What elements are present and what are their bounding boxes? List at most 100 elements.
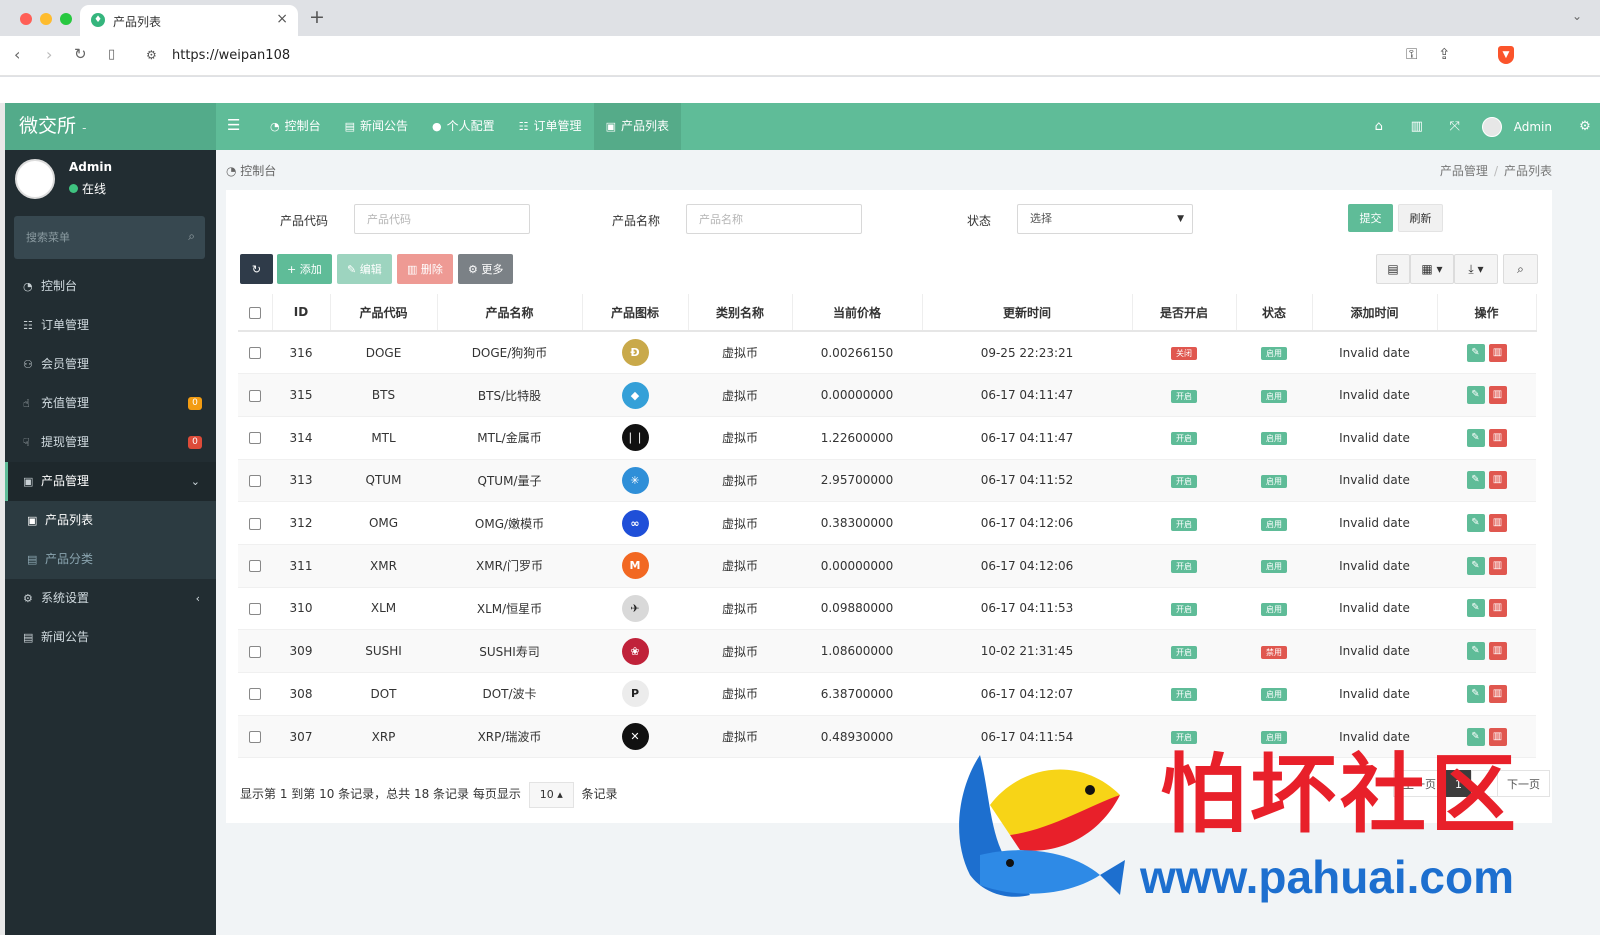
open-toggle-badge[interactable]: 开启 (1171, 474, 1197, 488)
row-delete-button[interactable]: ▥ (1488, 386, 1507, 405)
column-header[interactable]: 类别名称 (688, 294, 793, 332)
column-header[interactable]: 是否开启 (1132, 294, 1237, 332)
row-delete-button[interactable]: ▥ (1488, 727, 1507, 746)
status-badge[interactable]: 启用 (1261, 347, 1287, 361)
row-delete-button[interactable]: ▥ (1488, 684, 1507, 703)
open-toggle-badge[interactable]: 开启 (1171, 560, 1197, 574)
breadcrumb-item[interactable]: 产品管理 (1440, 164, 1488, 178)
minimize-window-icon[interactable] (40, 13, 52, 25)
submit-button[interactable]: 提交 (1348, 204, 1393, 232)
top-nav-products[interactable]: ▣ 产品列表 (593, 103, 681, 150)
share-icon[interactable]: ⇪ (1438, 45, 1451, 63)
column-header[interactable]: ID (272, 294, 331, 332)
page-2-button[interactable]: 2 (1471, 770, 1498, 797)
open-toggle-badge[interactable]: 开启 (1171, 432, 1197, 446)
column-header[interactable]: 操作 (1437, 294, 1537, 332)
row-checkbox[interactable] (249, 517, 261, 530)
row-checkbox[interactable] (249, 389, 261, 402)
row-delete-button[interactable]: ▥ (1488, 514, 1507, 533)
status-select[interactable]: 选择 ▼ (1017, 204, 1193, 234)
logo[interactable]: 微交所 - (5, 103, 216, 150)
status-badge[interactable]: 启用 (1261, 389, 1287, 403)
sidebar-item-orders[interactable]: ☷ 订单管理 (5, 306, 216, 345)
column-header[interactable]: 当前价格 (792, 294, 923, 332)
row-edit-button[interactable]: ✎ (1466, 599, 1485, 618)
toggle-view-button[interactable]: ▤ (1376, 254, 1410, 284)
code-filter-input[interactable] (354, 204, 530, 234)
top-nav-news[interactable]: ▤ 新闻公告 (333, 103, 420, 150)
status-badge[interactable]: 启用 (1261, 731, 1287, 745)
export-button[interactable]: ⤓ ▾ (1454, 254, 1498, 284)
tab-close-icon[interactable]: × (276, 11, 288, 27)
back-icon[interactable]: ‹ (14, 45, 20, 64)
chevron-down-icon[interactable]: ⌄ (1572, 9, 1582, 23)
column-header[interactable]: 产品名称 (437, 294, 583, 332)
page-size-select[interactable]: 10 ▴ (528, 782, 574, 808)
new-tab-icon[interactable]: + (309, 6, 325, 28)
bookmark-icon[interactable]: ▯ (108, 47, 115, 62)
open-toggle-badge[interactable]: 开启 (1171, 688, 1197, 702)
column-header[interactable]: 添加时间 (1312, 294, 1438, 332)
column-header[interactable]: 产品图标 (582, 294, 689, 332)
close-window-icon[interactable] (20, 13, 32, 25)
url-text[interactable]: https://weipan108 (172, 48, 290, 63)
table-row[interactable]: 316 DOGE DOGE/狗狗币 Ð 虚拟币 0.00266150 09-25 22:23… (238, 331, 1536, 375)
top-nav-orders[interactable]: ☷ 订单管理 (507, 103, 594, 150)
row-delete-button[interactable]: ▥ (1488, 428, 1507, 447)
home-icon[interactable]: ⌂ (1360, 119, 1398, 134)
header-user-name[interactable]: Admin (1514, 120, 1552, 134)
avatar[interactable] (1481, 116, 1502, 137)
table-row[interactable]: 307 XRP XRP/瑞波币 ✕ 虚拟币 0.48930000 06-17 04:11:5… (238, 715, 1536, 759)
table-row[interactable]: 309 SUSHI SUSHI寿司 ❀ 虚拟币 1.08600000 10-02 21:31… (238, 629, 1536, 673)
next-page-button[interactable]: 下一页 (1497, 770, 1550, 797)
status-badge[interactable]: 启用 (1261, 688, 1287, 702)
table-row[interactable]: 314 MTL MTL/金属币 ❘❘ 虚拟币 1.22600000 06-17 04:11:… (238, 416, 1536, 460)
column-header[interactable]: 更新时间 (922, 294, 1133, 332)
row-edit-button[interactable]: ✎ (1466, 727, 1485, 746)
row-checkbox[interactable] (249, 474, 261, 487)
brave-shield-icon[interactable]: ▼ (1498, 46, 1514, 64)
prev-page-button[interactable]: 上一页 (1393, 770, 1446, 797)
row-edit-button[interactable]: ✎ (1466, 556, 1485, 575)
reload-icon[interactable]: ↻ (74, 45, 87, 63)
open-toggle-badge[interactable]: 开启 (1171, 389, 1197, 403)
open-toggle-badge[interactable]: 关闭 (1171, 347, 1197, 361)
row-checkbox[interactable] (249, 347, 261, 360)
table-row[interactable]: 312 OMG OMG/嫩模币 ∞ 虚拟币 0.38300000 06-17 04:12:0… (238, 501, 1536, 545)
edit-button[interactable]: ✎ 编辑 (337, 254, 392, 284)
row-delete-button[interactable]: ▥ (1488, 471, 1507, 490)
forward-icon[interactable]: › (46, 45, 52, 64)
open-toggle-badge[interactable]: 开启 (1171, 645, 1197, 659)
row-edit-button[interactable]: ✎ (1466, 428, 1485, 447)
sidebar-item-dashboard[interactable]: ◔ 控制台 (5, 267, 216, 306)
row-checkbox[interactable] (249, 560, 261, 573)
row-checkbox[interactable] (249, 645, 261, 658)
name-filter-input[interactable] (686, 204, 862, 234)
sidebar-item-withdraw[interactable]: ☟ 提现管理 0 (5, 423, 216, 462)
row-edit-button[interactable]: ✎ (1466, 386, 1485, 405)
sidebar-item-products[interactable]: ▣ 产品管理 ⌄ (5, 462, 216, 501)
status-badge[interactable]: 禁用 (1261, 645, 1287, 659)
menu-search-input[interactable] (14, 216, 174, 259)
row-checkbox[interactable] (249, 602, 261, 615)
sidebar-item-members[interactable]: ⚇ 会员管理 (5, 345, 216, 384)
table-row[interactable]: 310 XLM XLM/恒星币 ✈ 虚拟币 0.09880000 06-17 04:11:5… (238, 587, 1536, 631)
search-icon[interactable]: ⌕ (188, 229, 195, 244)
status-badge[interactable]: 启用 (1261, 432, 1287, 446)
status-badge[interactable]: 启用 (1261, 474, 1287, 488)
trash-icon[interactable]: ▥ (1398, 119, 1436, 134)
zoom-window-icon[interactable] (60, 13, 72, 25)
top-nav-profile[interactable]: ● 个人配置 (420, 103, 507, 150)
search-toggle-button[interactable]: ⌕ (1503, 254, 1538, 284)
status-badge[interactable]: 启用 (1261, 560, 1287, 574)
sidebar-item-recharge[interactable]: ☝ 充值管理 0 (5, 384, 216, 423)
table-row[interactable]: 313 QTUM QTUM/量子 ✳ 虚拟币 2.95700000 06-17 04:11:… (238, 459, 1536, 503)
select-all-checkbox[interactable] (248, 306, 261, 319)
row-edit-button[interactable]: ✎ (1466, 471, 1485, 490)
table-row[interactable]: 315 BTS BTS/比特股 ◆ 虚拟币 0.00000000 06-17 04:11:4… (238, 373, 1536, 417)
add-button[interactable]: + 添加 (277, 254, 332, 284)
cogs-icon[interactable]: ⚙ (1570, 119, 1600, 134)
open-toggle-badge[interactable]: 开启 (1171, 602, 1197, 616)
row-edit-button[interactable]: ✎ (1466, 684, 1485, 703)
top-nav-dashboard[interactable]: ◔ 控制台 (258, 103, 333, 150)
